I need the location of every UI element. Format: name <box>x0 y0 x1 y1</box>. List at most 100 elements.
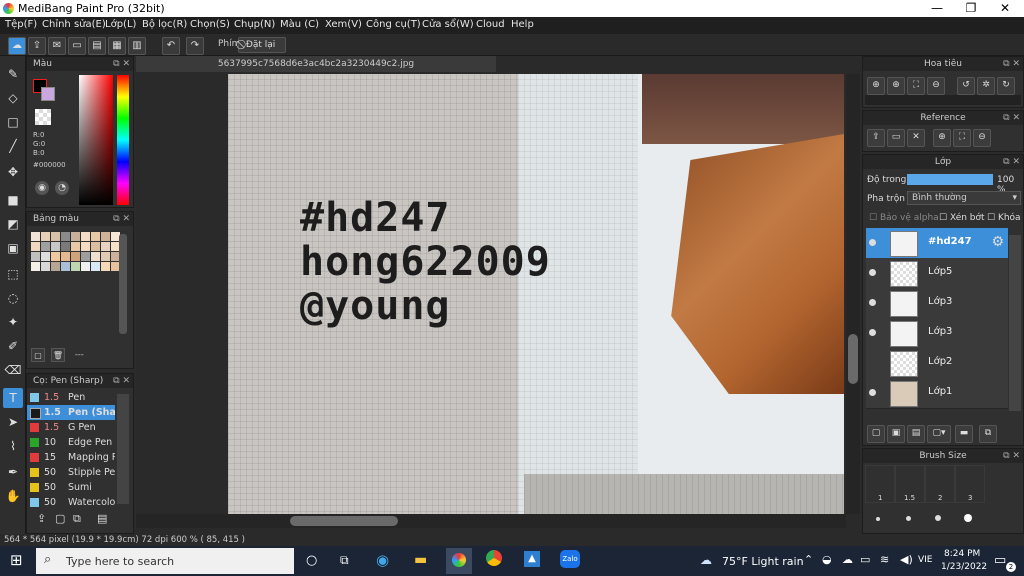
page-icon[interactable]: ▭ <box>68 37 86 55</box>
brush-size-cell[interactable]: 3 <box>955 465 985 503</box>
menu-cloud[interactable]: Cloud <box>476 19 505 30</box>
weather-text[interactable]: 75°F Light rain <box>722 555 804 568</box>
eyedropper-tool-icon[interactable]: ⌇ <box>3 436 23 456</box>
close-button[interactable]: ✕ <box>988 0 1022 17</box>
share-icon[interactable]: ⇪ <box>28 37 46 55</box>
palette-swatch-grid[interactable] <box>29 230 120 294</box>
eye-icon[interactable] <box>869 389 876 396</box>
palette-swatch[interactable] <box>81 252 90 261</box>
chevron-up-icon[interactable]: ⌃ <box>804 553 813 566</box>
file-explorer-icon[interactable]: ▬ <box>414 552 427 568</box>
layer-row-selected[interactable]: #hd247 ⚙ <box>866 228 1008 259</box>
brush-tool-icon[interactable]: ✎ <box>3 64 23 84</box>
language-indicator[interactable]: VIE <box>918 555 933 565</box>
palette-swatch[interactable] <box>91 242 100 251</box>
panel-controls-icon[interactable]: ⧉ ✕ <box>1003 155 1020 169</box>
layer-row[interactable]: Lớp1 <box>866 378 1008 409</box>
document-tab[interactable]: 5637995c7568d6e3ac4bc2a3230449c2.jpg <box>136 56 496 72</box>
new-layer-1bit-icon[interactable]: ▤ <box>907 425 925 443</box>
brush-scrollbar[interactable] <box>117 394 129 504</box>
panel-controls-icon[interactable]: ⧉ ✕ <box>1003 111 1020 125</box>
palette-swatch[interactable] <box>31 232 40 241</box>
palette-swatch[interactable] <box>61 242 70 251</box>
volume-icon[interactable]: ◀) <box>900 553 913 566</box>
bucket-tool-icon[interactable]: ◩ <box>3 214 23 234</box>
brush-item-selected[interactable]: 1.5 Pen (Sharp) <box>27 405 115 420</box>
new-layer-icon[interactable]: ▢ <box>867 425 885 443</box>
eye-icon[interactable] <box>869 299 876 306</box>
chrome-icon[interactable] <box>486 550 502 566</box>
gear-icon[interactable]: ⚙ <box>991 234 1004 250</box>
menu-filter[interactable]: Bộ lọc(R) <box>142 19 187 30</box>
panel-controls-icon[interactable]: ⧉ ✕ <box>1003 449 1020 463</box>
taskbar-search-box[interactable]: ⌕ Type here to search <box>36 548 294 574</box>
eraser-tool-icon[interactable]: ◇ <box>3 88 23 108</box>
palette-icon[interactable]: ◉ <box>35 181 49 195</box>
palette-swatch[interactable] <box>81 242 90 251</box>
hue-slider[interactable] <box>117 75 129 205</box>
brush-item[interactable]: 1.5 Pen <box>27 390 115 405</box>
layer-row[interactable]: Lớp3 <box>866 288 1008 319</box>
menu-capture[interactable]: Chụp(N) <box>234 19 275 30</box>
layers-scrollbar[interactable] <box>1009 235 1021 411</box>
palette-swatch[interactable] <box>51 242 60 251</box>
panel-controls-icon[interactable]: ⧉ ✕ <box>113 57 130 71</box>
new-layer-8bit-icon[interactable]: ▣ <box>887 425 905 443</box>
shape-tool-icon[interactable]: □ <box>3 112 23 132</box>
brush-item[interactable]: 1.5 G Pen <box>27 420 115 435</box>
palette-swatch[interactable] <box>81 262 90 271</box>
zoom-in-icon[interactable]: ⊕ <box>933 129 951 147</box>
eye-icon[interactable] <box>869 269 876 276</box>
panel-controls-icon[interactable]: ⧉ ✕ <box>113 374 130 388</box>
pen-tool-icon[interactable]: ✒ <box>3 462 23 482</box>
layer-row[interactable]: Lớp2 <box>866 348 1008 379</box>
medibang-taskbar-active[interactable] <box>446 548 472 574</box>
palette-swatch[interactable] <box>61 262 70 271</box>
palette-swatch[interactable] <box>101 262 110 271</box>
menu-tools[interactable]: Công cụ(T) <box>366 19 421 30</box>
layer-row[interactable]: Lớp3 <box>866 318 1008 349</box>
doc-icon[interactable]: ▤ <box>88 37 106 55</box>
zalo-icon[interactable]: Zalo <box>560 550 580 568</box>
clock-date[interactable]: 1/23/2022 <box>941 562 987 572</box>
fit-icon[interactable]: ⛶ <box>953 129 971 147</box>
line-tool-icon[interactable]: ╱ <box>3 136 23 156</box>
brush-item[interactable]: 50 Watercolor <box>27 495 115 507</box>
photos-icon[interactable]: ▲ <box>524 551 540 567</box>
palette-swatch[interactable] <box>91 262 100 271</box>
text-tool-icon[interactable]: T <box>3 388 23 408</box>
select-tool-icon[interactable]: ⬚ <box>3 264 23 284</box>
palette-swatch[interactable] <box>41 242 50 251</box>
menu-view[interactable]: Xem(V) <box>325 19 362 30</box>
brush-size-cell[interactable]: 1 <box>865 465 895 503</box>
menu-window[interactable]: Cửa sổ(W) <box>422 19 474 30</box>
menu-help[interactable]: Help <box>511 19 534 30</box>
hand-tool-icon[interactable]: ✋ <box>3 486 23 506</box>
navigator-preview[interactable] <box>865 95 1021 105</box>
grid-icon[interactable]: ▦ <box>108 37 126 55</box>
palette-swatch[interactable] <box>101 242 110 251</box>
menu-edit[interactable]: Chỉnh sửa(E) <box>42 19 106 30</box>
brush-item[interactable]: 15 Mapping Pen <box>27 450 115 465</box>
drawing-canvas[interactable]: #hd247 hong622009 @young <box>228 74 844 514</box>
palette-swatch[interactable] <box>91 232 100 241</box>
brush-new-icon[interactable]: ▢ <box>55 512 65 525</box>
zoom-in-icon[interactable]: ⊕ <box>867 77 885 95</box>
menu-color[interactable]: Màu (C) <box>280 19 319 30</box>
palette-swatch[interactable] <box>41 252 50 261</box>
brush-size-cell[interactable]: 1.5 <box>895 465 925 503</box>
notification-icon[interactable]: ▭ <box>994 553 1006 568</box>
brush-size-dot[interactable] <box>876 517 880 521</box>
palette-swatch[interactable] <box>51 232 60 241</box>
vertical-scrollbar[interactable] <box>846 74 860 514</box>
eye-icon[interactable] <box>869 239 876 246</box>
operation-tool-icon[interactable]: ➤ <box>3 412 23 432</box>
brush-item[interactable]: 50 Stipple Pen <box>27 465 115 480</box>
brush-item[interactable]: 50 Sumi <box>27 480 115 495</box>
gradient-tool-icon[interactable]: ▣ <box>3 238 23 258</box>
color-wheel-icon[interactable]: ◔ <box>55 181 69 195</box>
close-ref-icon[interactable]: ✕ <box>907 129 925 147</box>
new-palette-icon[interactable]: ▢ <box>31 348 45 362</box>
select-pen-icon[interactable]: ✐ <box>3 336 23 356</box>
palette-scrollbar[interactable] <box>119 234 127 334</box>
